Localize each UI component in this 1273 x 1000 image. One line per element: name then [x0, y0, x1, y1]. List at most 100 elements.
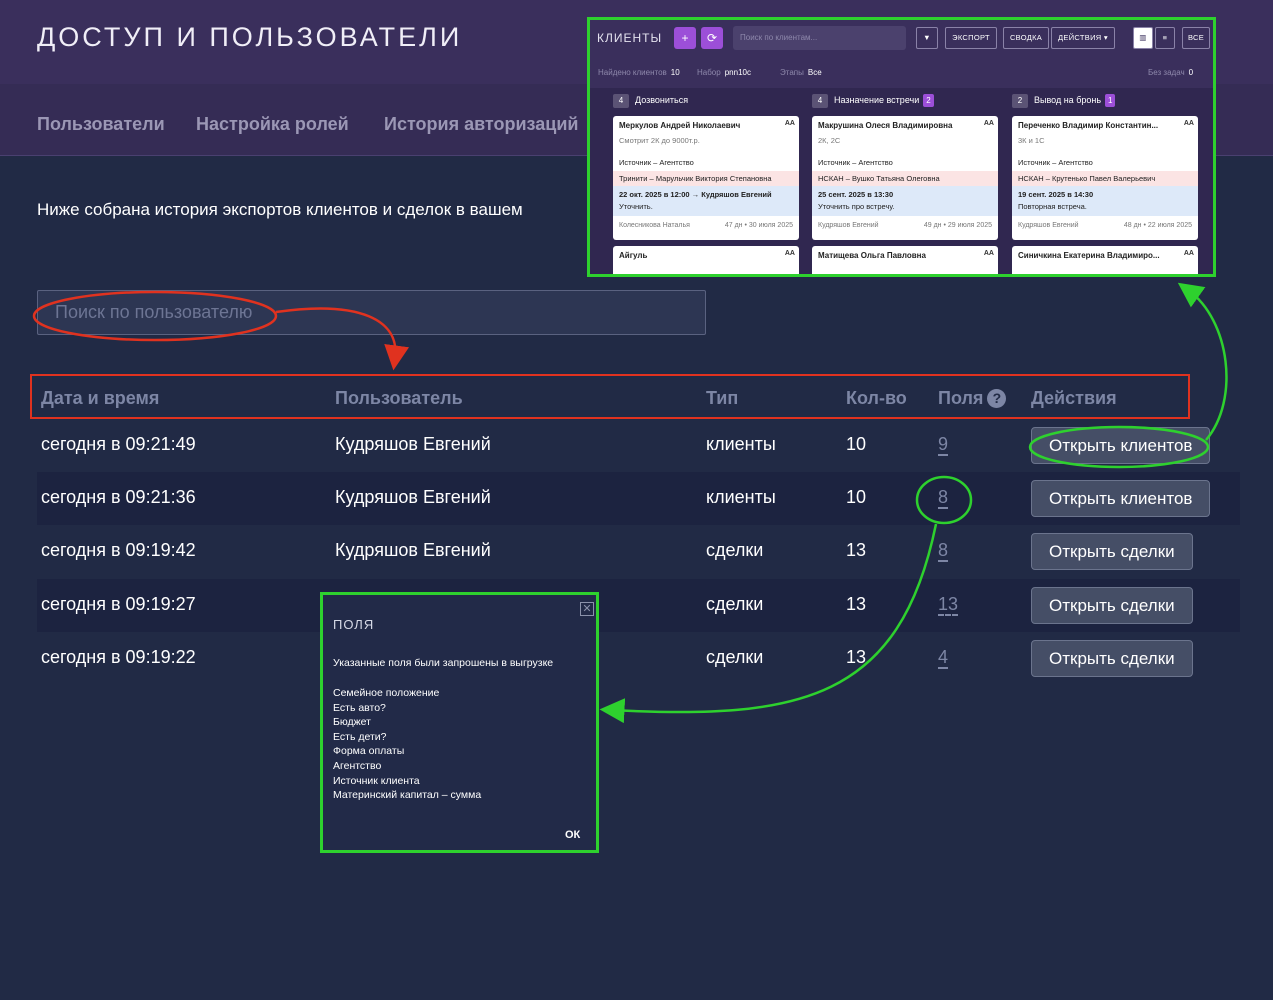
open-deals-button[interactable]: Открыть сделки [1031, 587, 1193, 624]
ok-button[interactable]: ОК [565, 829, 580, 841]
card-name: Меркулов Андрей Николаевич [619, 121, 741, 130]
popup-field-list: Семейное положение Есть авто? Бюджет Ест… [333, 686, 481, 803]
list-item: Есть дети? [333, 730, 387, 743]
card-age: 47 дн • 30 июля 2025 [724, 222, 793, 229]
column-badge: 2 [923, 94, 934, 107]
card-task-date: 22 окт. 2025 в 12:00 → Кудряшов Евгений [619, 190, 772, 199]
popup-title: ПОЛЯ [333, 617, 375, 632]
card-task-text: Уточнить про встречу. [818, 202, 895, 211]
col-header-actions: Действия [1031, 388, 1117, 408]
popup-description: Указанные поля были запрошены в выгрузке [333, 657, 554, 669]
list-item: Агентство [333, 759, 382, 772]
card-name: Переченко Владимир Константин... [1018, 121, 1159, 130]
client-card[interactable]: Айгуль AA [613, 246, 799, 274]
card-task-date: 25 сент. 2025 в 13:30 [818, 190, 894, 199]
help-icon[interactable]: ? [987, 389, 1007, 408]
all-button[interactable]: ВСЕ [1182, 27, 1210, 49]
card-tag: AA [983, 250, 994, 257]
client-card[interactable]: Синичкина Екатерина Владимиро... AA [1012, 246, 1198, 274]
col-header-type: Тип [706, 388, 739, 408]
card-footer: Кудряшов Евгений 49 дн • 29 июля 2025 [812, 216, 998, 233]
table-row: сегодня в 09:19:42 Кудряшов Евгений сдел… [37, 525, 1240, 578]
cell-count: 10 [846, 487, 867, 507]
kanban-title: КЛИЕНТЫ [597, 31, 663, 45]
tab-users[interactable]: Пользователи [37, 114, 165, 135]
fields-count-link[interactable]: 4 [938, 647, 949, 669]
cell-datetime: сегодня в 09:21:49 [41, 434, 196, 454]
fields-count-link[interactable]: 9 [938, 434, 949, 456]
card-sub: 2К, 2С [818, 136, 841, 145]
card-agency: Тринити – Марульчик Виктория Степановна [613, 171, 799, 186]
kanban-search-input[interactable]: Поиск по клиентам... [733, 26, 906, 50]
cell-datetime: сегодня в 09:19:27 [41, 594, 196, 614]
refresh-icon[interactable]: ⟳ [701, 27, 723, 49]
fields-count-link[interactable]: 8 [938, 487, 949, 509]
card-task: 19 сент. 2025 в 14:30 Повторная встреча. [1012, 186, 1198, 216]
stages-selector[interactable]: Этапы Все [780, 68, 822, 77]
board-view-icon[interactable]: ▥ [1133, 27, 1153, 49]
cell-type: сделки [706, 540, 764, 560]
kanban-board: 4 Дозвониться Меркулов Андрей Николаевич … [590, 88, 1213, 274]
card-task-text: Уточнить. [619, 202, 653, 211]
stages-label: Этапы [780, 68, 804, 77]
column-name: Дозвониться [635, 95, 689, 105]
table-row: сегодня в 09:21:36 Кудряшов Евгений клие… [37, 472, 1240, 525]
actions-dropdown[interactable]: ДЕЙСТВИЯ ▾ [1051, 27, 1115, 49]
set-selector[interactable]: Набор pnn10c [697, 68, 751, 77]
fields-count-link[interactable]: 13 [938, 594, 959, 616]
card-footer: Колесникова Наталья 47 дн • 30 июля 2025 [613, 216, 799, 233]
cell-count: 13 [846, 647, 867, 667]
list-view-icon[interactable]: ≡ [1155, 27, 1175, 49]
cell-user: Кудряшов Евгений [335, 434, 491, 454]
fields-count-link[interactable]: 8 [938, 540, 949, 562]
client-card[interactable]: Меркулов Андрей Николаевич AA Смотрит 2К… [613, 116, 799, 240]
list-item: Есть авто? [333, 701, 386, 714]
close-icon[interactable]: ✕ [580, 602, 594, 616]
no-tasks-label: Без задач [1148, 68, 1185, 77]
table-header: Дата и время Пользователь Тип Кол-во Пол… [30, 374, 1190, 419]
kanban-column: 4 Дозвониться Меркулов Андрей Николаевич … [613, 94, 799, 274]
cell-type: сделки [706, 594, 764, 614]
open-clients-button[interactable]: Открыть клиентов [1031, 427, 1211, 464]
card-footer: Кудряшов Евгений 48 дн • 22 июля 2025 [1012, 216, 1198, 233]
open-deals-button[interactable]: Открыть сделки [1031, 533, 1193, 570]
summary-button[interactable]: СВОДКА [1003, 27, 1049, 49]
cell-datetime: сегодня в 09:19:42 [41, 540, 196, 560]
cell-count: 10 [846, 434, 867, 454]
search-input[interactable] [38, 291, 705, 334]
card-sub: 3К и 1С [1018, 136, 1045, 145]
card-task-text: Повторная встреча. [1018, 202, 1087, 211]
list-item: Источник клиента [333, 774, 420, 787]
search-box [37, 290, 706, 335]
card-age: 49 дн • 29 июля 2025 [923, 222, 992, 229]
add-client-icon[interactable]: + [674, 27, 696, 49]
stages-value: Все [807, 68, 822, 77]
table-row: сегодня в 09:19:27 сделки 13 13 Открыть … [37, 579, 1240, 632]
table-row: сегодня в 09:21:49 Кудряшов Евгений клие… [37, 419, 1240, 472]
table-row: сегодня в 09:19:22 сделки 13 4 Открыть с… [37, 632, 1240, 685]
card-owner: Кудряшов Евгений [1018, 222, 1079, 229]
column-header: 4 Назначение встречи 2 [812, 94, 998, 110]
client-card[interactable]: Матищева Ольга Павловна AA [812, 246, 998, 274]
client-card[interactable]: Переченко Владимир Константин... AA 3К и… [1012, 116, 1198, 240]
clients-kanban-inset: КЛИЕНТЫ + ⟳ Поиск по клиентам... ▼ ЭКСПО… [587, 17, 1216, 277]
tab-role-settings[interactable]: Настройка ролей [196, 114, 349, 135]
open-deals-button[interactable]: Открыть сделки [1031, 640, 1193, 677]
card-tag: AA [1183, 120, 1194, 127]
export-button[interactable]: ЭКСПОРТ [945, 27, 997, 49]
col-header-datetime: Дата и время [41, 388, 160, 408]
filter-icon[interactable]: ▼ [916, 27, 938, 49]
tab-auth-history[interactable]: История авторизаций [384, 114, 578, 135]
column-count: 2 [1012, 94, 1028, 108]
cell-datetime: сегодня в 09:21:36 [41, 487, 196, 507]
fields-popup: ПОЛЯ ✕ Указанные поля были запрошены в в… [320, 592, 599, 853]
card-owner: Кудряшов Евгений [818, 222, 879, 229]
client-card[interactable]: Макрушина Олеся Владимировна AA 2К, 2С И… [812, 116, 998, 240]
kanban-column: 2 Вывод на бронь 1 Переченко Владимир Конс… [1012, 94, 1198, 274]
card-name: Макрушина Олеся Владимировна [818, 121, 953, 130]
kanban-toolbar: КЛИЕНТЫ + ⟳ Поиск по клиентам... ▼ ЭКСПО… [590, 20, 1213, 58]
card-name: Синичкина Екатерина Владимиро... [1018, 251, 1160, 260]
open-clients-button[interactable]: Открыть клиентов [1031, 480, 1211, 517]
col-header-user: Пользователь [335, 388, 463, 408]
card-source: Источник – Агентство [1018, 158, 1093, 167]
